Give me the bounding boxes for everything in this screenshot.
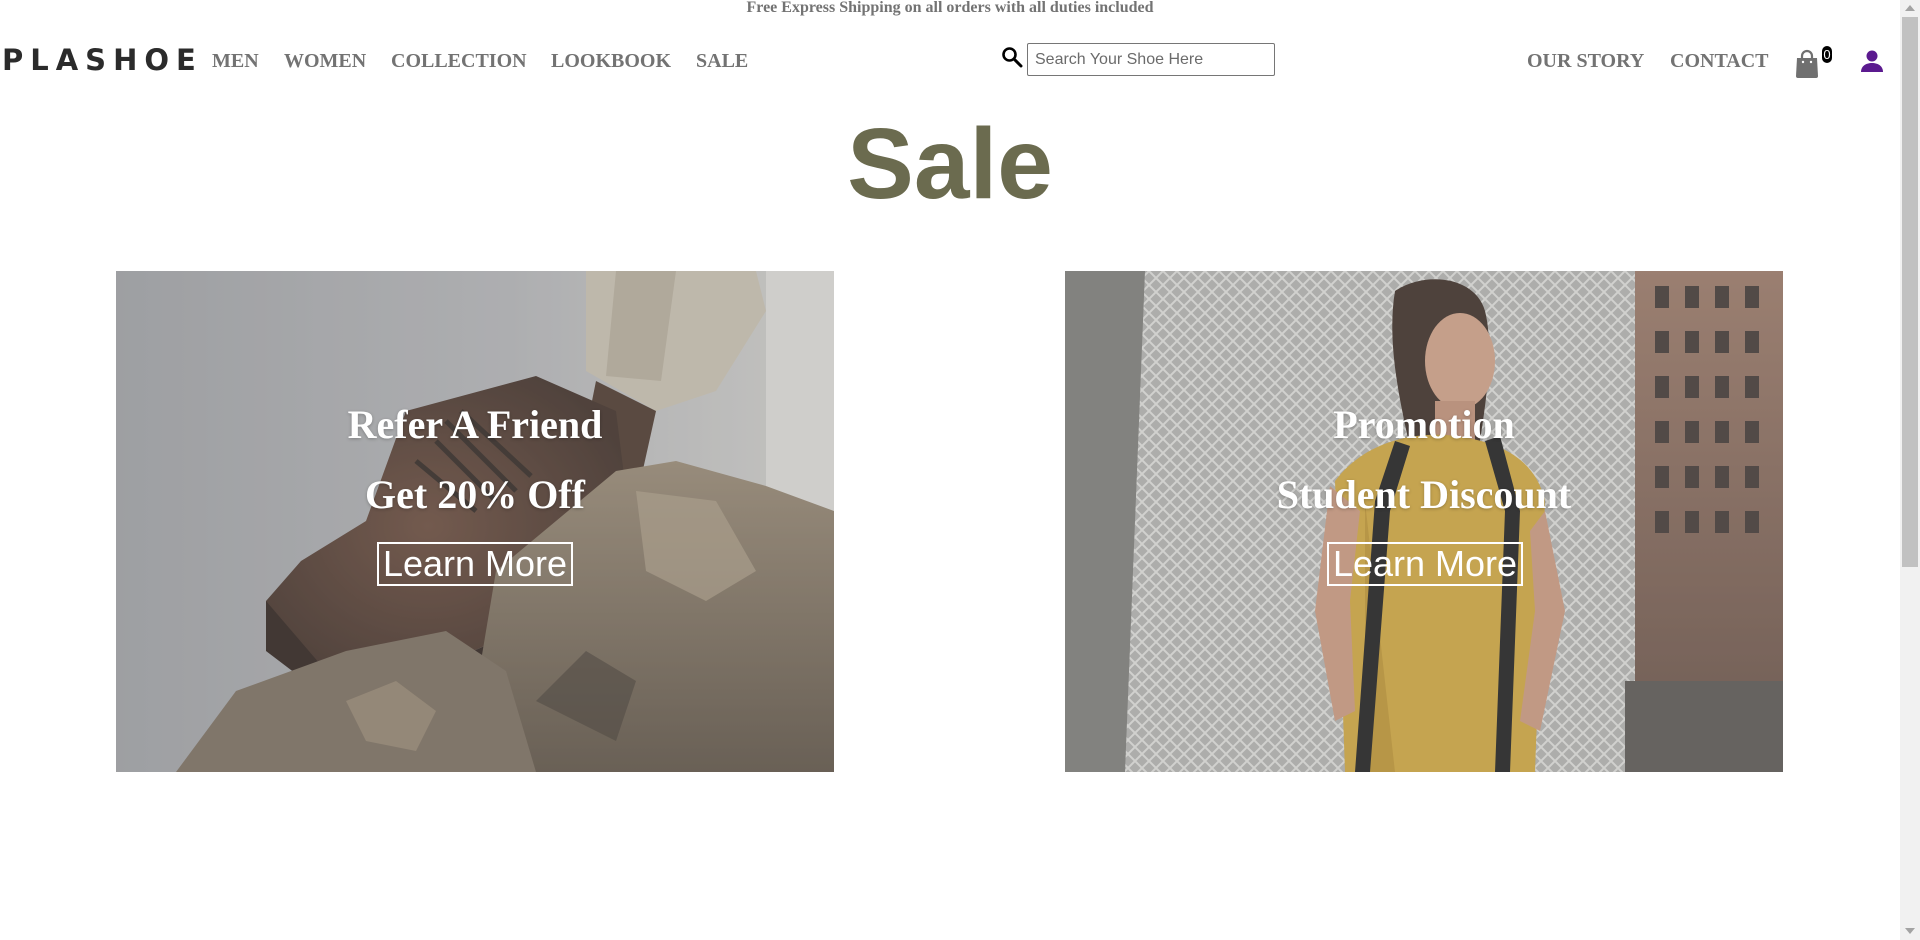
card-subheading: Get 20% Off	[365, 472, 585, 517]
nav-link-lookbook[interactable]: LOOKBOOK	[551, 49, 671, 73]
learn-more-button[interactable]: Learn More	[1327, 542, 1523, 586]
scroll-down-arrow-icon[interactable]	[1905, 928, 1915, 934]
scroll-up-arrow-icon[interactable]	[1905, 5, 1915, 11]
user-icon[interactable]	[1858, 47, 1886, 75]
card-overlay	[116, 271, 834, 772]
cart-button[interactable]: 0	[1794, 46, 1834, 78]
announcement-bar: Free Express Shipping on all orders with…	[746, 0, 1154, 16]
learn-more-button[interactable]: Learn More	[377, 542, 573, 586]
nav-link-sale[interactable]: SALE	[696, 49, 748, 73]
search-icon[interactable]	[1000, 45, 1024, 69]
page: Free Express Shipping on all orders with…	[0, 0, 1920, 940]
card-overlay	[1065, 271, 1783, 772]
cart-count-badge: 0	[1822, 46, 1832, 63]
nav-link-women[interactable]: WOMEN	[284, 49, 366, 73]
nav-link-contact[interactable]: CONTACT	[1670, 49, 1769, 73]
scrollbar-thumb[interactable]	[1902, 17, 1918, 567]
site-logo[interactable]: PLASHOE	[2, 42, 203, 78]
card-subheading: Student Discount	[1276, 472, 1572, 517]
nav-link-collection[interactable]: COLLECTION	[391, 49, 527, 73]
search-input[interactable]	[1027, 43, 1275, 76]
card-heading: Refer A Friend	[347, 402, 603, 447]
card-heading: Promotion	[1333, 402, 1515, 447]
vertical-scrollbar[interactable]	[1900, 0, 1920, 940]
nav-link-our-story[interactable]: OUR STORY	[1527, 49, 1644, 73]
promo-card-student-discount: Promotion Student Discount Learn More	[1065, 271, 1783, 772]
page-title: Sale	[847, 108, 1053, 220]
nav-link-men[interactable]: MEN	[212, 49, 259, 73]
promo-card-refer-friend: Refer A Friend Get 20% Off Learn More	[116, 271, 834, 772]
shopping-bag-icon	[1796, 49, 1818, 78]
